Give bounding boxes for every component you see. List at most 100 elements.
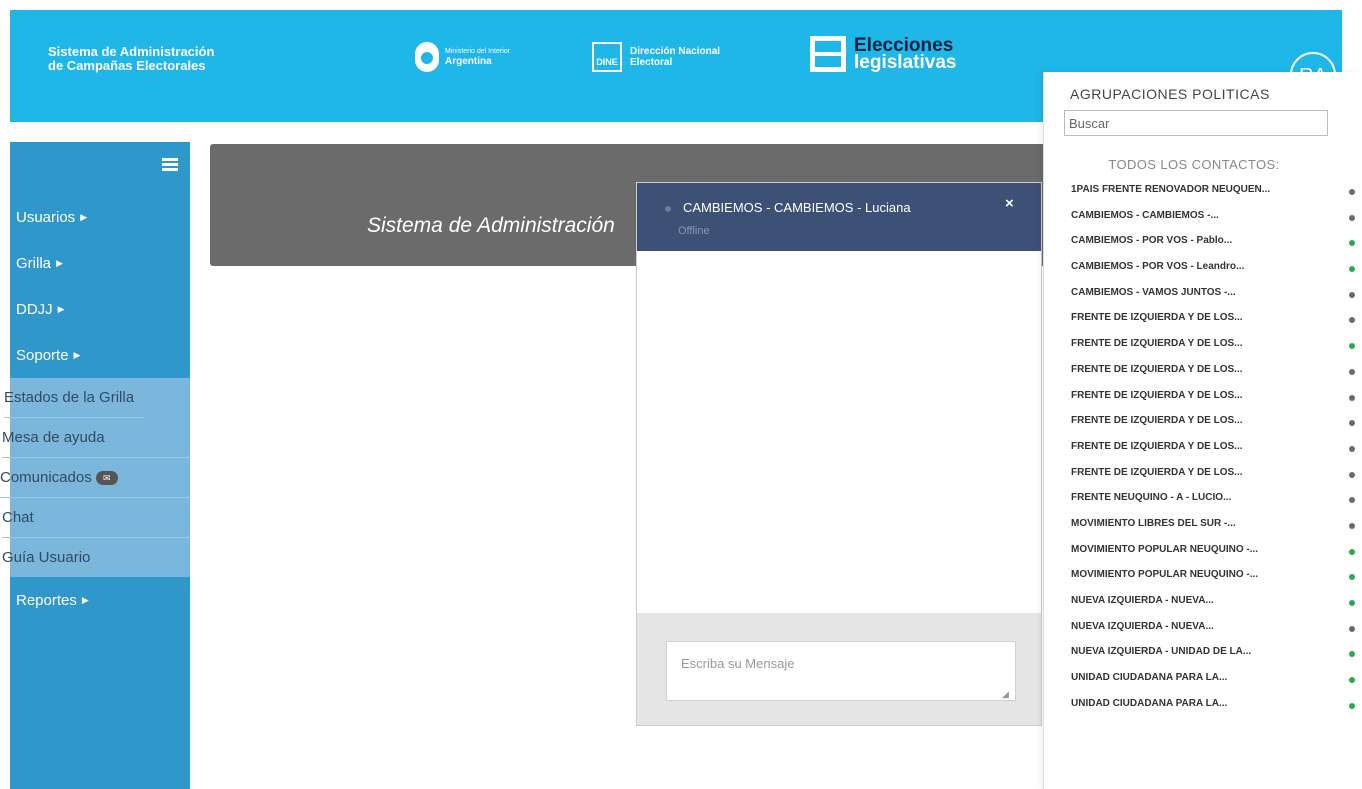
contact-name: FRENTE DE IZQUIERDA Y DE LOS...	[1071, 363, 1243, 375]
submenu-mesa-ayuda[interactable]: Mesa de ayuda	[2, 418, 190, 458]
chat-window: CAMBIEMOS - CAMBIEMOS - Luciana Offline …	[636, 182, 1042, 726]
contact-name: MOVIMIENTO POPULAR NEUQUINO -...	[1071, 543, 1259, 555]
contact-row[interactable]: CAMBIEMOS - POR VOS - Leandro...	[1044, 256, 1362, 282]
submenu-estados-grilla[interactable]: Estados de la Grilla	[4, 378, 144, 418]
status-dot-icon	[1349, 343, 1355, 350]
elecciones-logo: Elecciones legislativas	[810, 36, 956, 72]
submenu-comunicados-label: Comunicados	[0, 469, 92, 486]
chat-title: CAMBIEMOS - CAMBIEMOS - Luciana	[683, 200, 911, 215]
contact-name: FRENTE DE IZQUIERDA Y DE LOS...	[1071, 415, 1243, 427]
contact-name: UNIDAD CIUDADANA PARA LA...	[1071, 672, 1228, 684]
sidebar: Usuarios ▶ Grilla ▶ DDJJ ▶ Soporte ▶ Estados…	[0, 142, 190, 789]
sidebar-menu: Usuarios ▶ Grilla ▶ DDJJ ▶ Soporte ▶ Estados…	[0, 194, 190, 623]
dine-logo: DINE Dirección Nacional Electoral	[592, 42, 720, 72]
status-dot-icon	[1349, 368, 1355, 375]
dine-line2: Electoral	[630, 57, 673, 68]
elecciones-line2: legislativas	[854, 52, 957, 73]
contact-row[interactable]: FRENTE DE IZQUIERDA Y DE LOS...	[1044, 436, 1362, 462]
dine-line1: Dirección Nacional	[630, 46, 721, 57]
sidebar-item-ddjj[interactable]: DDJJ ▶	[10, 286, 190, 332]
contact-row[interactable]: FRENTE DE IZQUIERDA Y DE LOS...	[1044, 359, 1362, 385]
ministerio-label: Ministerio del Interior	[445, 48, 510, 55]
status-dot-icon	[1349, 548, 1355, 555]
caret-right-icon: ▶	[81, 594, 89, 605]
sidebar-item-label: Usuarios	[16, 208, 76, 226]
status-dot-icon	[1349, 214, 1355, 221]
elecciones-box-icon	[810, 36, 846, 72]
resize-grip-icon[interactable]: ◢	[1002, 689, 1009, 700]
national-seal-icon	[415, 42, 439, 72]
contact-name: FRENTE NEUQUINO - A - LUCIO...	[1071, 492, 1232, 504]
contact-name: MOVIMIENTO LIBRES DEL SUR -...	[1071, 517, 1236, 529]
banner-title: Sistema de Administración	[367, 214, 615, 237]
contact-row[interactable]: FRENTE NEUQUINO - A - LUCIO...	[1044, 487, 1362, 513]
close-icon[interactable]: ×	[1005, 195, 1014, 212]
contact-row[interactable]: FRENTE DE IZQUIERDA Y DE LOS...	[1044, 410, 1362, 436]
status-dot-icon	[1349, 420, 1355, 427]
status-dot-icon	[1349, 266, 1355, 273]
contact-row[interactable]: FRENTE DE IZQUIERDA Y DE LOS...	[1044, 333, 1362, 359]
contact-row[interactable]: NUEVA IZQUIERDA - UNIDAD DE LA...	[1044, 641, 1362, 667]
contact-name: 1PAIS FRENTE RENOVADOR NEUQUEN...	[1071, 184, 1271, 195]
contact-row[interactable]: NUEVA IZQUIERDA - NUEVA...	[1044, 590, 1362, 616]
contacts-panel: AGRUPACIONES POLITICAS TODOS LOS CONTACT…	[1043, 72, 1362, 789]
contact-name: NUEVA IZQUIERDA - NUEVA...	[1071, 620, 1214, 632]
sidebar-item-label: Soporte	[16, 346, 69, 364]
app-title-line2: de Campañas Electorales	[48, 58, 206, 73]
contact-name: NUEVA IZQUIERDA - UNIDAD DE LA...	[1071, 646, 1252, 658]
contact-row[interactable]: CAMBIEMOS - VAMOS JUNTOS -...	[1044, 282, 1362, 308]
submenu-chat[interactable]: Chat	[2, 498, 190, 538]
contact-name: FRENTE DE IZQUIERDA Y DE LOS...	[1071, 312, 1243, 324]
contact-row[interactable]: MOVIMIENTO POPULAR NEUQUINO -...	[1044, 539, 1362, 565]
contact-row[interactable]: NUEVA IZQUIERDA - NUEVA...	[1044, 616, 1362, 642]
status-dot-icon	[1349, 189, 1355, 195]
caret-right-icon: ▶	[80, 211, 88, 222]
contact-row[interactable]: FRENTE DE IZQUIERDA Y DE LOS...	[1044, 462, 1362, 488]
ministerio-logo: Ministerio del Interior Argentina	[415, 42, 510, 72]
contact-row[interactable]: MOVIMIENTO POPULAR NEUQUINO -...	[1044, 564, 1362, 590]
submenu-guia-usuario[interactable]: Guía Usuario	[2, 538, 190, 577]
contact-name: NUEVA IZQUIERDA - NUEVA...	[1071, 595, 1214, 606]
status-dot-icon	[1349, 445, 1355, 452]
sidebar-item-grilla[interactable]: Grilla ▶	[10, 240, 190, 286]
status-dot-icon	[1349, 677, 1355, 684]
sidebar-item-soporte[interactable]: Soporte ▶	[10, 332, 190, 378]
contact-row[interactable]: CAMBIEMOS - CAMBIEMOS -...	[1044, 205, 1362, 231]
message-badge-icon: ✉	[95, 471, 118, 486]
chat-status: Offline	[678, 225, 710, 237]
contact-name: UNIDAD CIUDADANA PARA LA...	[1071, 697, 1228, 709]
contact-row[interactable]: CAMBIEMOS - POR VOS - Pablo...	[1044, 230, 1362, 256]
status-dot-icon	[1349, 574, 1355, 581]
hamburger-menu-icon[interactable]	[162, 158, 178, 172]
contact-name: FRENTE DE IZQUIERDA Y DE LOS...	[1071, 440, 1243, 452]
app-title[interactable]: Sistema de Administración de Campañas El…	[48, 45, 248, 73]
status-dot-icon	[1349, 651, 1355, 658]
sidebar-item-usuarios[interactable]: Usuarios ▶	[10, 194, 190, 240]
contact-row[interactable]: UNIDAD CIUDADANA PARA LA...	[1044, 693, 1362, 719]
status-dot-icon	[1349, 625, 1355, 632]
status-dot-icon	[1349, 522, 1355, 529]
contact-name: FRENTE DE IZQUIERDA Y DE LOS...	[1071, 466, 1243, 478]
contact-name: FRENTE DE IZQUIERDA Y DE LOS...	[1071, 338, 1243, 350]
chat-header: CAMBIEMOS - CAMBIEMOS - Luciana Offline …	[637, 183, 1041, 251]
status-dot-icon	[1349, 702, 1355, 709]
app-title-line1: Sistema de Administración	[48, 44, 215, 59]
contact-row[interactable]: 1PAIS FRENTE RENOVADOR NEUQUEN...	[1044, 179, 1362, 205]
message-input[interactable]	[666, 641, 1016, 701]
status-dot-icon	[1349, 497, 1355, 504]
contact-row[interactable]: FRENTE DE IZQUIERDA Y DE LOS...	[1044, 385, 1362, 411]
contact-name: MOVIMIENTO POPULAR NEUQUINO -...	[1071, 569, 1259, 581]
status-dot-icon	[665, 206, 671, 212]
status-dot-icon	[1349, 394, 1355, 401]
submenu-comunicados[interactable]: Comunicados ✉	[0, 458, 190, 498]
sidebar-item-label: Reportes	[16, 591, 77, 609]
contact-row[interactable]: FRENTE DE IZQUIERDA Y DE LOS...	[1044, 307, 1362, 333]
sidebar-item-reportes[interactable]: Reportes ▶	[10, 577, 190, 623]
contact-row[interactable]: UNIDAD CIUDADANA PARA LA...	[1044, 667, 1362, 693]
caret-right-icon: ▶	[57, 303, 65, 314]
status-dot-icon	[1349, 471, 1355, 478]
caret-right-icon: ▶	[56, 257, 63, 268]
contact-name: CAMBIEMOS - VAMOS JUNTOS -...	[1071, 286, 1236, 298]
contacts-search-input[interactable]	[1064, 110, 1328, 136]
contact-row[interactable]: MOVIMIENTO LIBRES DEL SUR -...	[1044, 513, 1362, 539]
